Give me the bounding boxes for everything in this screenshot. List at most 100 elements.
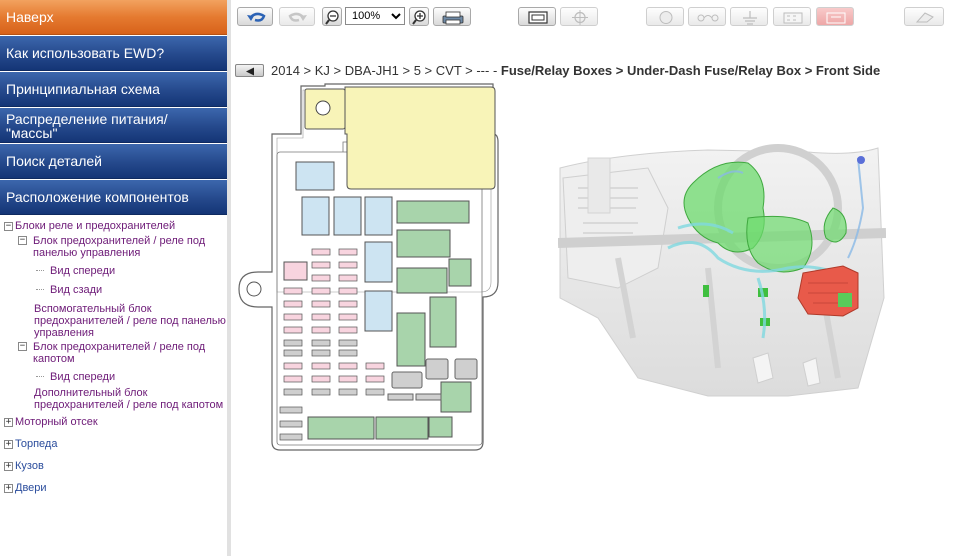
expand-icon[interactable]: + <box>4 440 13 449</box>
relay-green <box>428 416 453 438</box>
highlight-clip <box>703 285 709 297</box>
forward-button[interactable] <box>279 7 315 26</box>
tree-item-doors[interactable]: + Двери <box>4 482 227 496</box>
fuse-gray-block <box>387 393 414 401</box>
mini-fuse <box>338 261 358 269</box>
fuse-blue <box>301 196 330 236</box>
nav-power-ground-button[interactable]: Распределение питания/ "массы" <box>0 108 227 143</box>
target-button[interactable] <box>560 7 598 26</box>
relay-green <box>396 200 470 224</box>
collapse-icon[interactable]: − <box>18 342 27 351</box>
mini-fuse <box>338 287 358 295</box>
nav-component-location-button[interactable]: Расположение компонентов <box>0 180 227 215</box>
eraser-icon <box>915 12 934 23</box>
zoom-in-button[interactable] <box>409 7 429 26</box>
mini-fuse <box>283 287 303 295</box>
relay-green <box>307 416 375 440</box>
tree-connector <box>36 270 44 271</box>
fuse-gray-block <box>425 358 449 380</box>
mini-fuse-gray <box>338 388 358 396</box>
back-arrow-icon <box>247 12 266 22</box>
highlight-fuse-relay-box <box>797 265 859 317</box>
mini-fuse <box>311 287 331 295</box>
mini-fuse <box>338 362 358 370</box>
tree-item-under-dash-front[interactable]: Вид спереди <box>4 265 227 279</box>
mini-fuse <box>338 375 358 383</box>
tree-item-engine-compartment[interactable]: + Моторный отсек <box>4 416 227 430</box>
zoom-select[interactable]: 100% <box>345 7 405 25</box>
mini-fuse <box>283 300 303 308</box>
tree-item-aux-under-dash-box[interactable]: Вспомогательный блок предохранителей / р… <box>4 303 227 339</box>
tree-item-hood-front[interactable]: Вид спереди <box>4 371 227 385</box>
wire-button[interactable] <box>688 7 726 26</box>
wire-icon <box>697 14 719 22</box>
sidebar: Наверх Как использовать EWD? Принципиаль… <box>0 0 231 556</box>
fuse-blue <box>333 196 362 236</box>
mini-fuse <box>365 375 385 383</box>
component-tree: − Блоки реле и предохранителей − Блок пре… <box>0 216 227 496</box>
expand-icon[interactable]: + <box>4 418 13 427</box>
fuse-gray-block <box>391 371 423 389</box>
tree-item-label: Торпеда <box>15 438 58 450</box>
relay-icon <box>826 12 846 24</box>
fit-screen-button[interactable] <box>518 7 556 26</box>
relay-green <box>375 416 429 440</box>
zoom-out-button[interactable] <box>322 7 342 26</box>
tree-connector <box>36 376 44 377</box>
tree-item-under-dash-box[interactable]: − Блок предохранителей / реле под панель… <box>4 235 226 259</box>
relay-button[interactable] <box>816 7 854 26</box>
component-button[interactable] <box>773 7 811 26</box>
tree-item-label: Блоки реле и предохранителей <box>15 220 176 232</box>
ground-button[interactable] <box>730 7 768 26</box>
mini-fuse <box>338 313 358 321</box>
mini-fuse <box>338 300 358 308</box>
tree-item-fuse-relay-boxes[interactable]: − Блоки реле и предохранителей <box>4 220 227 234</box>
nav-top-button[interactable]: Наверх <box>0 0 227 35</box>
print-button[interactable] <box>433 7 471 26</box>
collapse-icon[interactable]: − <box>4 222 13 231</box>
ground-icon <box>743 11 757 25</box>
mini-fuse <box>338 248 358 256</box>
connector-blue <box>857 156 865 164</box>
fuse-cover <box>344 86 496 190</box>
nav-parts-search-button[interactable]: Поиск деталей <box>0 144 227 179</box>
tree-connector <box>36 289 44 290</box>
target-icon <box>572 10 588 25</box>
breadcrumb-back-button[interactable] <box>235 63 264 77</box>
tree-item-body[interactable]: + Кузов <box>4 460 227 474</box>
connector-button[interactable] <box>646 7 684 26</box>
nav-how-to-use-button[interactable]: Как использовать EWD? <box>0 36 227 71</box>
mini-fuse-gray <box>283 339 303 347</box>
relay-green <box>429 296 457 348</box>
mini-fuse-gray <box>311 339 331 347</box>
fuse-gray-block <box>415 393 442 401</box>
expand-icon[interactable]: + <box>4 462 13 471</box>
tree-item-label: Кузов <box>15 460 44 472</box>
vehicle-dashboard-view <box>558 144 886 397</box>
mini-fuse <box>311 313 331 321</box>
relay-green <box>396 312 426 367</box>
mini-fuse-gray <box>311 349 331 357</box>
breadcrumb-current: Fuse/Relay Boxes > Under-Dash Fuse/Relay… <box>500 62 881 78</box>
nav-schematic-button[interactable]: Принципиальная схема <box>0 72 227 107</box>
back-button[interactable] <box>237 7 273 26</box>
mini-fuse-gray <box>283 349 303 357</box>
tree-item-aux-hood-box[interactable]: Дополнительный блок предохранителей / ре… <box>4 387 227 411</box>
relay-green <box>448 258 472 287</box>
tree-item-label: Дополнительный блок предохранителей / ре… <box>34 387 224 411</box>
tree-item-dashboard[interactable]: + Торпеда <box>4 438 227 452</box>
mini-fuse <box>338 274 358 282</box>
tree-item-under-dash-rear[interactable]: Вид сзади <box>4 284 227 298</box>
tree-item-label: Вид спереди <box>50 371 116 383</box>
mini-fuse-gray <box>338 349 358 357</box>
triangle-left-icon <box>246 67 254 75</box>
collapse-icon[interactable]: − <box>18 236 27 245</box>
expand-icon[interactable]: + <box>4 484 13 493</box>
mini-fuse <box>311 261 331 269</box>
mini-fuse-gray <box>279 406 303 414</box>
tree-item-label: Вспомогательный блок предохранителей / р… <box>34 303 226 339</box>
eraser-button[interactable] <box>904 7 944 26</box>
toolbar: 100% <box>235 4 960 28</box>
relay-green <box>396 267 448 294</box>
tree-item-hood-box[interactable]: − Блок предохранителей / реле под капото… <box>4 341 226 365</box>
